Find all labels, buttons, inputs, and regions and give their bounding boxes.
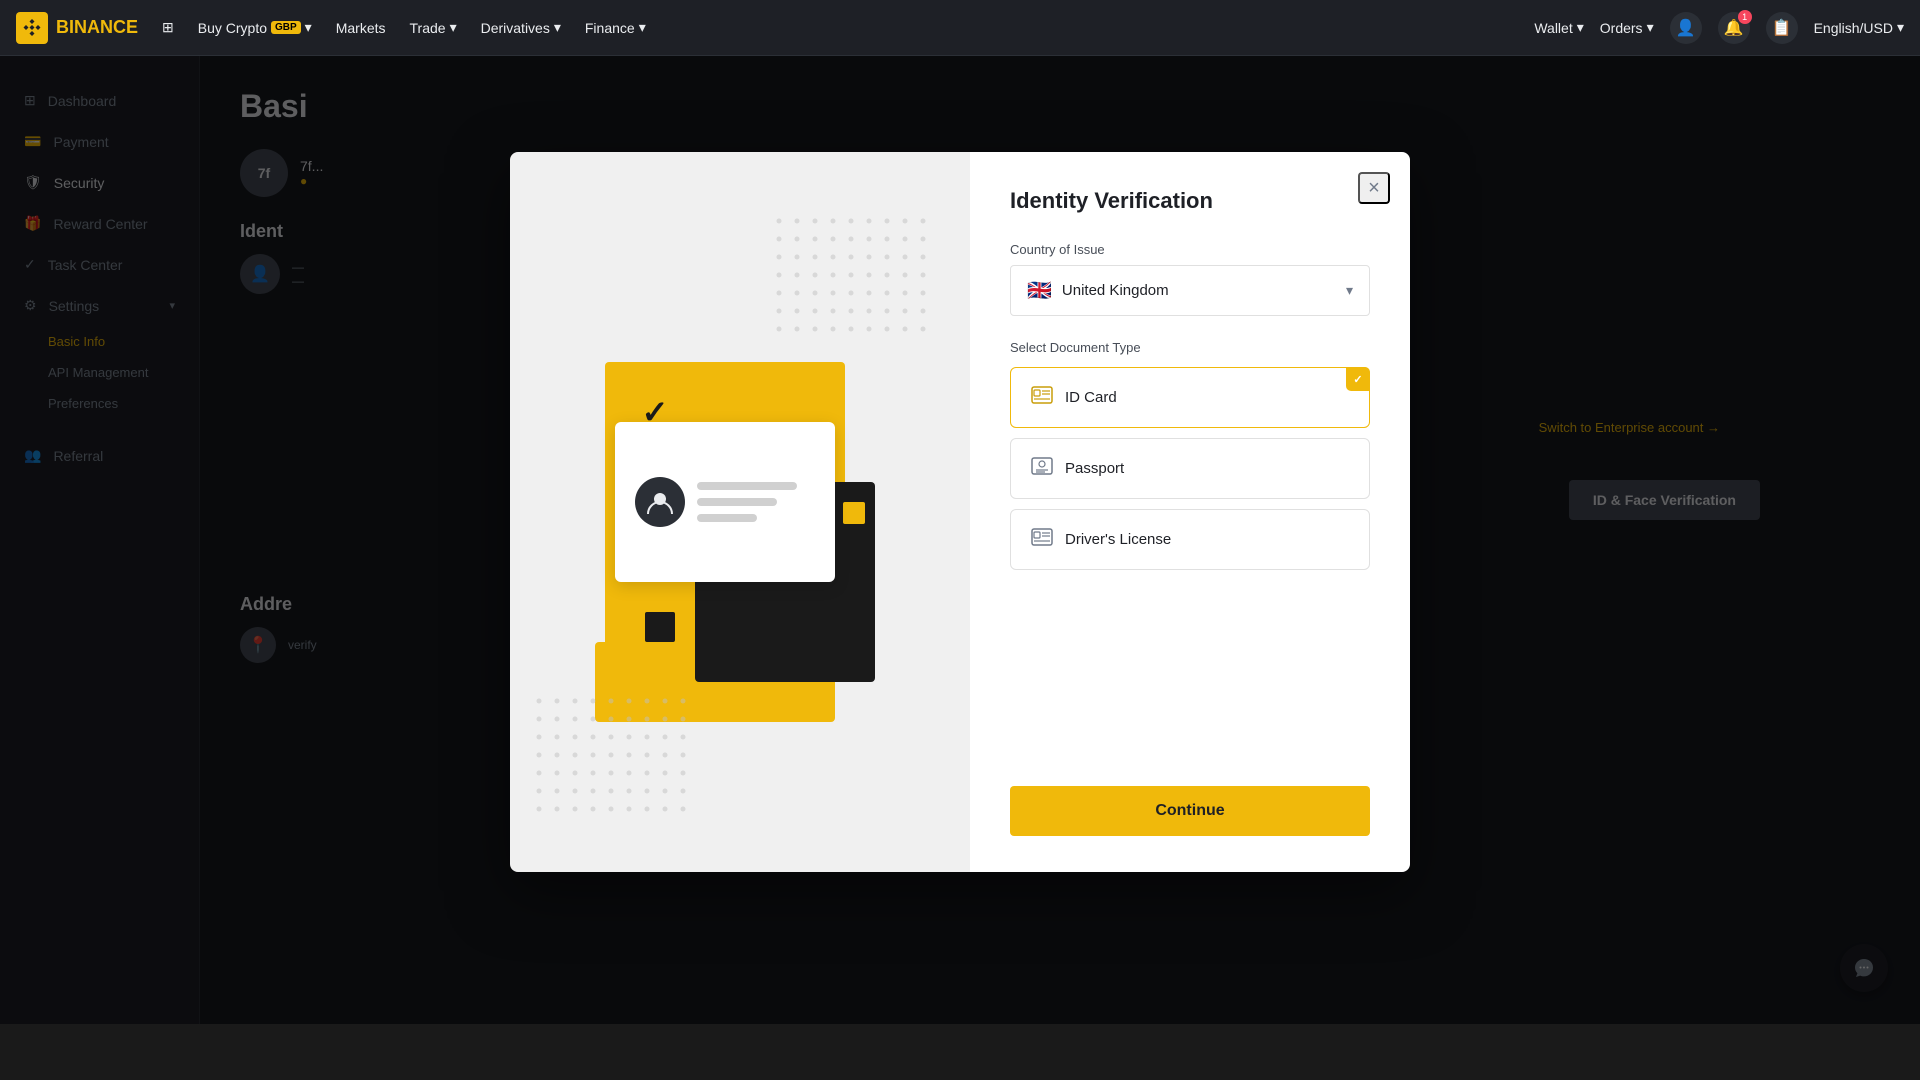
illustration-small-rect xyxy=(843,502,865,524)
passport-label: Passport xyxy=(1065,460,1124,477)
illustration-checkmark: ✓ xyxy=(625,382,685,442)
notif-badge: 1 xyxy=(1738,10,1752,24)
id-card-check-icon: ✓ xyxy=(1346,367,1370,391)
nav-grid-icon[interactable]: ⊞ xyxy=(162,19,174,36)
topnav: BINANCE ⊞ Buy Crypto GBP ▾ Markets Trade… xyxy=(0,0,1920,56)
dots-pattern-top-right: // Generate dot pattern inline using JS … xyxy=(770,212,930,332)
dropdown-arrow-icon: ▾ xyxy=(1346,282,1353,299)
identity-verification-modal: // Generate dot pattern inline using JS … xyxy=(510,152,1410,872)
nav-finance[interactable]: Finance ▾ xyxy=(585,19,646,36)
dots-pattern-bottom-left xyxy=(530,692,690,812)
country-name: United Kingdom xyxy=(1062,282,1336,299)
continue-button[interactable]: Continue xyxy=(1010,786,1370,836)
language-selector[interactable]: English/USD ▾ xyxy=(1814,19,1904,36)
nav-trade[interactable]: Trade ▾ xyxy=(410,19,457,36)
nav-wallet[interactable]: Wallet ▾ xyxy=(1534,19,1583,36)
passport-icon xyxy=(1031,457,1053,480)
country-label: Country of Issue xyxy=(1010,242,1370,257)
modal-illustration-panel: // Generate dot pattern inline using JS … xyxy=(510,152,970,872)
modal-title: Identity Verification xyxy=(1010,188,1370,214)
country-select-dropdown[interactable]: 🇬🇧 United Kingdom ▾ xyxy=(1010,265,1370,316)
nav-buy-crypto[interactable]: Buy Crypto GBP ▾ xyxy=(198,19,312,36)
doc-type-label: Select Document Type xyxy=(1010,340,1370,355)
nav-derivatives[interactable]: Derivatives ▾ xyxy=(481,19,561,36)
doc-option-passport[interactable]: Passport xyxy=(1010,438,1370,499)
country-flag: 🇬🇧 xyxy=(1027,278,1052,303)
gbp-badge: GBP xyxy=(271,21,301,34)
doc-option-id-card[interactable]: ID Card ✓ xyxy=(1010,367,1370,428)
drivers-license-label: Driver's License xyxy=(1065,531,1171,548)
task-icon-btn[interactable]: 📋 xyxy=(1766,12,1798,44)
doc-option-drivers-license[interactable]: Driver's License xyxy=(1010,509,1370,570)
illustration-small-square xyxy=(645,612,675,642)
modal-close-button[interactable]: × xyxy=(1358,172,1390,204)
illustration-id-card xyxy=(615,422,835,582)
profile-icon-btn[interactable]: 👤 xyxy=(1670,12,1702,44)
nav-markets[interactable]: Markets xyxy=(336,20,386,36)
id-illustration: ✓ xyxy=(585,322,895,702)
logo[interactable]: BINANCE xyxy=(16,12,138,44)
logo-text: BINANCE xyxy=(56,17,138,38)
id-card-label: ID Card xyxy=(1065,389,1117,406)
notification-icon-btn[interactable]: 🔔 1 xyxy=(1718,12,1750,44)
nav-right: Wallet ▾ Orders ▾ 👤 🔔 1 📋 English/USD ▾ xyxy=(1534,12,1904,44)
illustration-lines xyxy=(697,482,797,522)
nav-orders[interactable]: Orders ▾ xyxy=(1600,19,1654,36)
modal-content-panel: × Identity Verification Country of Issue… xyxy=(970,152,1410,872)
illustration-avatar xyxy=(635,477,685,527)
id-card-icon xyxy=(1031,386,1053,409)
drivers-license-icon xyxy=(1031,528,1053,551)
